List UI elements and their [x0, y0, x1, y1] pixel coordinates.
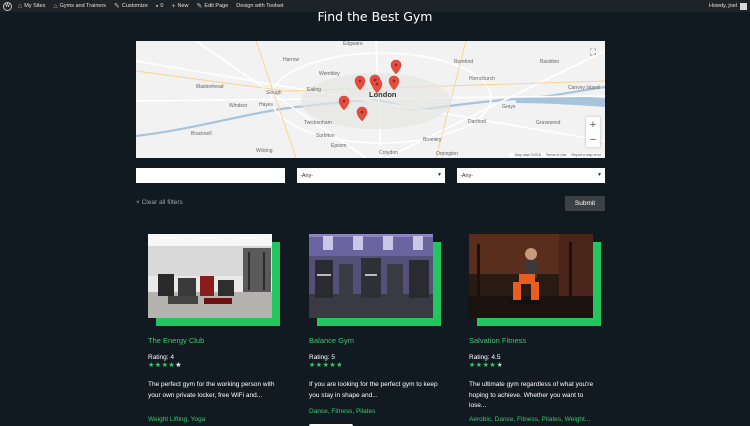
- map-place-label: Surbiton: [316, 133, 335, 139]
- star-half-icon: ★: [496, 362, 503, 369]
- map-place-label: Bromley: [423, 137, 442, 143]
- star-icon: ★: [309, 362, 316, 369]
- star-icon: ★: [154, 362, 162, 369]
- map-place-label: Edgware: [343, 41, 363, 47]
- map-place-label: Dartford: [468, 119, 487, 125]
- map-zoom-control: + −: [586, 117, 600, 147]
- map-place-label: Grays: [502, 104, 516, 110]
- gym-name[interactable]: Salvation Fitness: [469, 336, 526, 345]
- gym-name[interactable]: The Energy Club: [148, 336, 204, 345]
- gym-tags[interactable]: Dance, Fitness, Pilates: [309, 408, 375, 415]
- star-icon: ★: [489, 362, 496, 369]
- star-icon: ★: [168, 362, 175, 369]
- star-icon: ★: [475, 362, 483, 369]
- star-outline-icon: ★: [175, 362, 182, 369]
- gym-map[interactable]: Edgware Harrow Wembley Romford Basildon …: [136, 41, 605, 158]
- map-place-label: Twickenham: [304, 120, 332, 126]
- star-icon: ★: [315, 362, 323, 369]
- star-rating: ★ ★ ★ ★ ★: [148, 362, 182, 369]
- filter-select-1[interactable]: -Any- ▼: [297, 168, 445, 183]
- search-input[interactable]: [136, 168, 285, 183]
- map-place-label: Epsom: [331, 143, 347, 149]
- gym-image-frame[interactable]: [148, 234, 288, 326]
- map-place-label: Basildon: [540, 59, 560, 65]
- gym-rating-text: Rating: 4: [148, 354, 175, 361]
- gym-card: Salvation Fitness Rating: 4.5 ★ ★ ★ ★ ★ …: [469, 234, 609, 423]
- map-place-label: Woking: [256, 148, 273, 154]
- map-place-label: Hayes: [259, 102, 274, 108]
- map-city-label: London: [369, 90, 397, 99]
- star-icon: ★: [322, 362, 329, 369]
- gym-photo[interactable]: [309, 234, 433, 318]
- map-place-label: Canvey Island: [568, 85, 600, 91]
- terms-link[interactable]: Terms of Use: [546, 153, 567, 157]
- map-place-label: Hornchurch: [469, 76, 495, 82]
- gym-description: If you are looking for the perfect gym t…: [309, 381, 438, 399]
- star-icon: ★: [148, 362, 155, 369]
- map-place-label: Ealing: [307, 87, 321, 93]
- gym-rating-text: Rating: 4.5: [469, 354, 501, 361]
- map-base: [136, 41, 605, 158]
- map-place-label: Orpington: [436, 151, 458, 157]
- star-rating: ★ ★ ★ ★ ★: [309, 362, 343, 369]
- chevron-down-icon: ▼: [597, 172, 602, 178]
- map-place-label: Harrow: [283, 57, 300, 63]
- gym-photo[interactable]: [148, 234, 272, 318]
- map-place-label: Slough: [266, 90, 282, 96]
- gym-tags[interactable]: Weight Lifting, Yoga: [148, 416, 205, 423]
- star-icon: ★: [161, 362, 168, 369]
- gym-rating-text: Rating: 5: [309, 354, 336, 361]
- gym-card: Balance Gym Rating: 5 ★ ★ ★ ★ ★ If you a…: [309, 234, 449, 426]
- gym-photo[interactable]: [469, 234, 593, 318]
- map-place-label: Wembley: [319, 71, 340, 77]
- star-icon: ★: [329, 362, 336, 369]
- fullscreen-icon[interactable]: ⛶: [587, 46, 599, 58]
- submit-button[interactable]: Submit: [565, 196, 605, 211]
- gym-tags[interactable]: Aerobic, Dance, Fitness, Pilates, Weight…: [469, 416, 590, 423]
- map-place-label: Croydon: [379, 150, 398, 156]
- map-place-label: Gravesend: [536, 120, 561, 126]
- map-attribution: Map data ©2018 Terms of Use Report a map…: [508, 153, 603, 157]
- map-place-label: Windsor: [229, 103, 248, 109]
- clear-filters-link[interactable]: × Clear all filters: [136, 199, 183, 206]
- gym-description: The ultimate gym regardless of what you'…: [469, 381, 594, 409]
- chevron-down-icon: ▼: [437, 172, 442, 178]
- gym-card: The Energy Club Rating: 4 ★ ★ ★ ★ ★ The …: [148, 234, 288, 423]
- star-icon: ★: [336, 362, 343, 369]
- gym-name[interactable]: Balance Gym: [309, 336, 354, 345]
- gym-image-frame[interactable]: [309, 234, 449, 326]
- map-pin[interactable]: [390, 59, 402, 75]
- map-place-label: Romford: [454, 59, 474, 65]
- zoom-in-button[interactable]: +: [586, 117, 600, 132]
- star-icon: ★: [469, 362, 476, 369]
- filter-select-2[interactable]: -Any- ▼: [457, 168, 605, 183]
- page-title: Find the Best Gym: [317, 9, 433, 24]
- gym-image-frame[interactable]: [469, 234, 609, 326]
- gym-description: The perfect gym for the working person w…: [148, 381, 275, 399]
- star-rating: ★ ★ ★ ★ ★: [469, 362, 503, 369]
- zoom-out-button[interactable]: −: [586, 132, 600, 147]
- map-place-label: Maidenhead: [196, 84, 224, 90]
- map-place-label: Bracknell: [191, 131, 212, 137]
- report-map-error-link[interactable]: Report a map error: [571, 153, 601, 157]
- star-icon: ★: [482, 362, 489, 369]
